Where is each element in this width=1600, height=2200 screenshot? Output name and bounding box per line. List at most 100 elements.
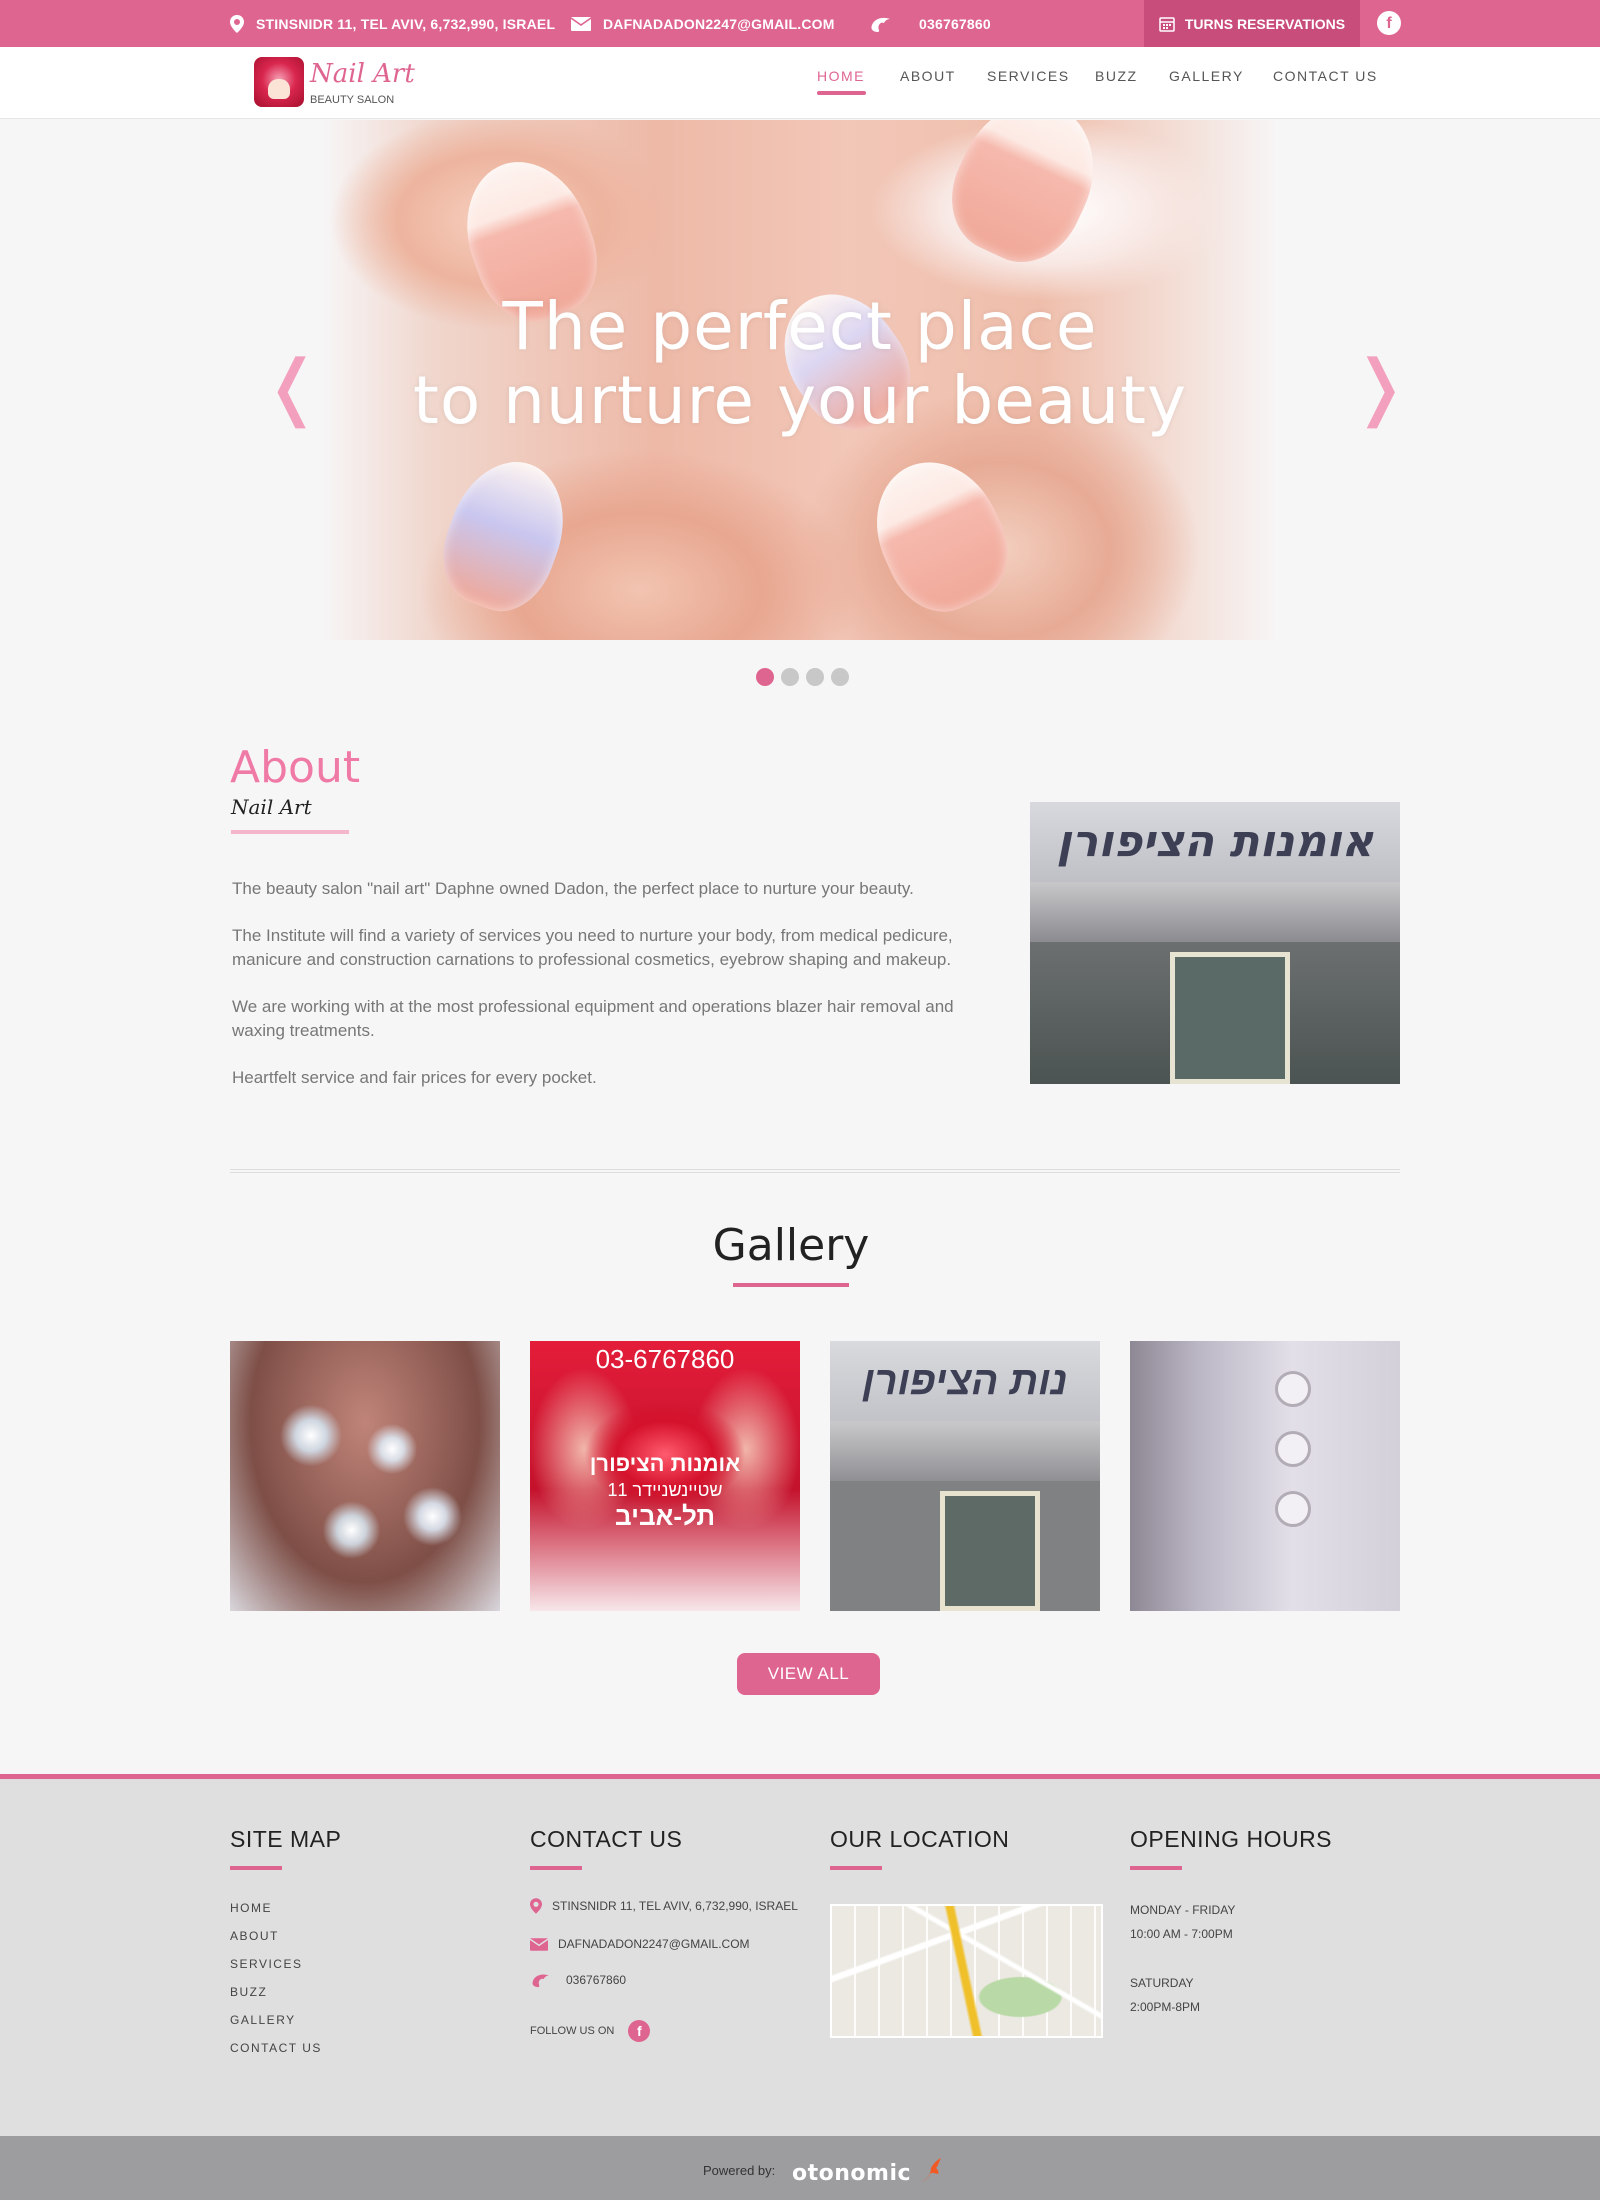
- flyer-text: אומנות הציפורן שטיינשניידר 11 תל-אביב: [530, 1451, 800, 1529]
- footer-link-contact-us[interactable]: CONTACT US: [230, 2041, 322, 2055]
- footer-link-home[interactable]: HOME: [230, 1901, 272, 1915]
- calendar-icon: [1159, 16, 1175, 32]
- flyer-phone: 03-6767860: [595, 1344, 735, 1374]
- slider-dot[interactable]: [831, 668, 849, 686]
- gallery-thumb-flyer[interactable]: 03-6767860 אומנות הציפורן שטיינשניידר 11…: [530, 1341, 800, 1611]
- store-door: [1170, 952, 1290, 1084]
- nail-shape: [932, 120, 1118, 280]
- store-sign-text: אומנות הציפורן: [1030, 802, 1400, 882]
- nav-about[interactable]: ABOUT: [900, 68, 956, 84]
- reserve-label: TURNS RESERVATIONS: [1184, 15, 1346, 32]
- footer-title-underline: [1130, 1866, 1182, 1870]
- footer-link-about[interactable]: ABOUT: [230, 1929, 279, 1943]
- footer-title-underline: [230, 1866, 282, 1870]
- envelope-icon: [571, 16, 591, 31]
- footer-link-services[interactable]: SERVICES: [230, 1957, 302, 1971]
- footer-phone-text[interactable]: 036767860: [566, 1973, 626, 1987]
- footer-address: STINSNIDR 11, TEL AVIV, 6,732,990, ISRAE…: [530, 1898, 798, 1914]
- nav-services[interactable]: SERVICES: [987, 68, 1070, 84]
- chevron-left-icon[interactable]: ❬: [262, 350, 322, 422]
- flyer-line: תל-אביב: [614, 1501, 715, 1531]
- nav-home[interactable]: HOME: [817, 68, 865, 84]
- about-paragraph: The Institute will find a variety of ser…: [232, 926, 953, 969]
- store-awning: [830, 1421, 1100, 1481]
- nav-contact-us[interactable]: CONTACT US: [1273, 68, 1378, 84]
- map-pin-icon: [530, 1898, 542, 1914]
- footer-sitemap-title: SITE MAP: [230, 1826, 342, 1852]
- hero-line-1: The perfect place: [502, 288, 1098, 365]
- top-address-text: STINSNIDR 11, TEL AVIV, 6,732,990, ISRAE…: [256, 15, 556, 32]
- chevron-right-icon[interactable]: ❭: [1350, 350, 1410, 422]
- site-header: Nail Art BEAUTY SALON HOME ABOUT SERVICE…: [0, 47, 1600, 119]
- phone-icon: [532, 1974, 549, 1988]
- slider-dots: [756, 668, 856, 686]
- footer-address-text: STINSNIDR 11, TEL AVIV, 6,732,990, ISRAE…: [552, 1899, 798, 1913]
- otonomic-logo[interactable]: otonomic: [792, 2156, 943, 2186]
- gallery-thumb-jewel-nails[interactable]: [230, 1341, 500, 1611]
- store-awning: [1030, 882, 1400, 942]
- about-paragraph: We are working with at the most professi…: [232, 997, 954, 1040]
- facebook-icon[interactable]: f: [1377, 11, 1401, 35]
- hours-weekday-time: 10:00 AM - 7:00PM: [1130, 1927, 1233, 1941]
- hours-saturday-label: SATURDAY: [1130, 1976, 1194, 1990]
- slider-dot[interactable]: [756, 668, 774, 686]
- nail-shape: [853, 441, 1027, 629]
- flyer-line: אומנות הציפורן: [589, 1451, 741, 1476]
- view-all-button[interactable]: VIEW ALL: [737, 1653, 880, 1695]
- footer-follow: FOLLOW US ON f: [530, 2020, 651, 2042]
- slider-dot[interactable]: [806, 668, 824, 686]
- about-title-underline: [231, 830, 349, 834]
- envelope-icon: [530, 1937, 548, 1951]
- hours-weekday-label: MONDAY - FRIDAY: [1130, 1903, 1236, 1917]
- logo-mark-icon: [254, 57, 304, 107]
- about-paragraph: Heartfelt service and fair prices for ev…: [232, 1068, 597, 1087]
- nav-buzz[interactable]: BUZZ: [1095, 68, 1138, 84]
- slider-dot[interactable]: [781, 668, 799, 686]
- footer-hours-title: OPENING HOURS: [1130, 1826, 1333, 1852]
- footer-link-gallery[interactable]: GALLERY: [230, 2013, 296, 2027]
- about-paragraph: The beauty salon "nail art" Daphne owned…: [232, 879, 914, 898]
- store-sign-text: נות הציפורן: [830, 1341, 1100, 1421]
- logo-name: Nail Art: [310, 59, 415, 89]
- footer-phone[interactable]: 036767860: [530, 1972, 626, 1988]
- powered-by-label: Powered by:: [703, 2163, 776, 2178]
- hours-saturday-time: 2:00PM-8PM: [1130, 2000, 1201, 2014]
- gallery-title: Gallery: [712, 1220, 870, 1271]
- bird-icon: [921, 2158, 942, 2182]
- nail-shape: [427, 445, 583, 625]
- gallery-thumb-storefront[interactable]: נות הציפורן: [830, 1341, 1100, 1611]
- about-subtitle: Nail Art: [231, 795, 312, 819]
- nav-active-indicator: [817, 91, 866, 95]
- nav-gallery[interactable]: GALLERY: [1169, 68, 1244, 84]
- section-divider: [230, 1169, 1400, 1173]
- follow-label: FOLLOW US ON: [530, 2025, 615, 2037]
- footer-email[interactable]: DAFNADADON2247@GMAIL.COM: [530, 1937, 750, 1951]
- logo[interactable]: Nail Art BEAUTY SALON: [254, 57, 415, 111]
- footer-email-text[interactable]: DAFNADADON2247@GMAIL.COM: [558, 1937, 750, 1951]
- hero-line-2: to nurture your beauty: [412, 362, 1188, 439]
- location-map[interactable]: [830, 1904, 1103, 2038]
- wall-ornament: [1275, 1491, 1311, 1527]
- top-address: STINSNIDR 11, TEL AVIV, 6,732,990, ISRAE…: [230, 0, 555, 47]
- map-pin-icon: [230, 14, 244, 33]
- wall-ornament: [1275, 1431, 1311, 1467]
- top-email-text[interactable]: DAFNADADON2247@GMAIL.COM: [603, 16, 835, 32]
- phone-icon: [871, 17, 890, 32]
- turns-reservations-button[interactable]: TURNS RESERVATIONS: [1144, 0, 1360, 47]
- top-phone[interactable]: 036767860: [869, 0, 991, 47]
- top-phone-text[interactable]: 036767860: [919, 16, 991, 32]
- store-door: [940, 1491, 1040, 1611]
- footer-link-buzz[interactable]: BUZZ: [230, 1985, 267, 1999]
- about-text: The beauty salon "nail art" Daphne owned…: [232, 877, 992, 1113]
- gallery-thumb-interior[interactable]: [1130, 1341, 1400, 1611]
- wall-ornament: [1275, 1371, 1311, 1407]
- top-email[interactable]: DAFNADADON2247@GMAIL.COM: [571, 0, 835, 47]
- storefront-image: אומנות הציפורן: [1030, 802, 1400, 1084]
- logo-tagline: BEAUTY SALON: [310, 94, 395, 106]
- footer-title-underline: [830, 1866, 882, 1870]
- about-title: About: [230, 742, 361, 793]
- facebook-icon[interactable]: f: [628, 2020, 651, 2042]
- footer-title-underline: [530, 1866, 582, 1870]
- footer-location-title: OUR LOCATION: [830, 1826, 1010, 1852]
- flyer-line: שטיינשניידר 11: [607, 1480, 723, 1500]
